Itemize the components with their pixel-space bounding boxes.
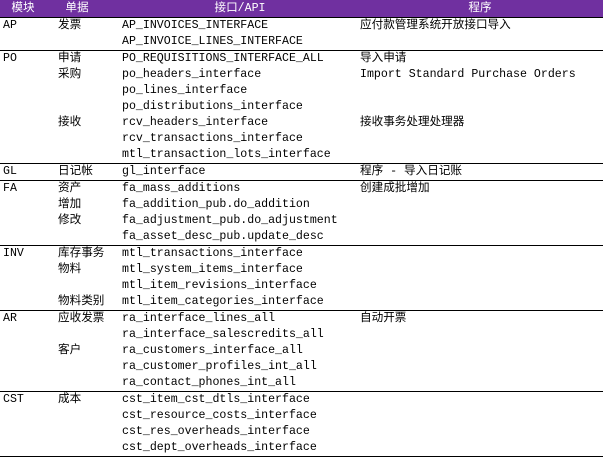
table-header: 模块 单据 接口/API 程序	[0, 0, 603, 18]
document-cell: 库存事务	[58, 247, 105, 260]
table-row: GL 日记帐 gl_interface 程序 - 导入日记账	[0, 164, 603, 180]
table-row: 接收 rcv_headers_interface 接收事务处理处理器	[0, 115, 603, 131]
table-row: 增加 fa_addition_pub.do_addition	[0, 197, 603, 213]
program-cell: Import Standard Purchase Orders	[360, 68, 576, 81]
program-cell: 接收事务处理处理器	[360, 116, 465, 129]
api-cell: AP_INVOICE_LINES_INTERFACE	[122, 35, 303, 48]
api-cell: ra_customers_interface_all	[122, 344, 303, 357]
api-cell: po_lines_interface	[122, 84, 248, 97]
api-cell: po_headers_interface	[122, 68, 262, 81]
document-cell: 客户	[58, 344, 82, 357]
api-cell: PO_REQUISITIONS_INTERFACE_ALL	[122, 52, 324, 65]
api-cell: mtl_item_categories_interface	[122, 295, 324, 308]
table-row: mtl_transaction_lots_interface	[0, 147, 603, 163]
header-module: 模块	[11, 2, 35, 15]
module-group: INV 库存事务 mtl_transactions_interface 物料 mtl_s…	[0, 246, 603, 311]
document-cell: 修改	[58, 214, 82, 227]
table-row: CST 成本 cst_item_cst_dtls_interface	[0, 392, 603, 408]
module-cell: GL	[3, 165, 17, 178]
header-api: 接口/API	[214, 2, 266, 15]
api-cell: ra_customer_profiles_int_all	[122, 360, 317, 373]
table-row: ra_interface_salescredits_all	[0, 327, 603, 343]
program-cell: 自动开票	[360, 312, 407, 325]
document-cell: 物料类别	[58, 295, 105, 308]
table-body: AP 发票 AP_INVOICES_INTERFACE 应付款管理系统开放接口导入 AP…	[0, 18, 603, 457]
api-cell: mtl_item_revisions_interface	[122, 279, 317, 292]
api-cell: rcv_headers_interface	[122, 116, 269, 129]
api-cell: ra_interface_salescredits_all	[122, 328, 324, 341]
document-cell: 应收发票	[58, 312, 105, 325]
table-row: po_lines_interface	[0, 83, 603, 99]
api-cell: fa_addition_pub.do_addition	[122, 198, 310, 211]
module-cell: INV	[3, 247, 24, 260]
table-row: 客户 ra_customers_interface_all	[0, 343, 603, 359]
document-cell: 采购	[58, 68, 82, 81]
table-row: cst_dept_overheads_interface	[0, 440, 603, 456]
api-cell: fa_adjustment_pub.do_adjustment	[122, 214, 338, 227]
document-cell: 日记帐	[58, 165, 93, 178]
document-cell: 物料	[58, 263, 82, 276]
api-cell: AP_INVOICES_INTERFACE	[122, 19, 269, 32]
document-cell: 接收	[58, 116, 82, 129]
module-cell: AP	[3, 19, 17, 32]
module-group: AP 发票 AP_INVOICES_INTERFACE 应付款管理系统开放接口导入 AP…	[0, 18, 603, 51]
api-cell: fa_asset_desc_pub.update_desc	[122, 230, 324, 243]
table-row: cst_resource_costs_interface	[0, 408, 603, 424]
table-row: mtl_item_revisions_interface	[0, 278, 603, 294]
document-cell: 增加	[58, 198, 82, 211]
program-cell: 导入申请	[360, 52, 407, 65]
header-program: 程序	[468, 2, 492, 15]
module-cell: CST	[3, 393, 24, 406]
api-cell: ra_contact_phones_int_all	[122, 376, 296, 389]
table-row: fa_asset_desc_pub.update_desc	[0, 229, 603, 245]
table-row: INV 库存事务 mtl_transactions_interface	[0, 246, 603, 262]
table-row: 物料类别 mtl_item_categories_interface	[0, 294, 603, 310]
module-cell: FA	[3, 182, 17, 195]
api-cell: mtl_transaction_lots_interface	[122, 148, 331, 161]
table-row: 采购 po_headers_interface Import Standard Pu…	[0, 67, 603, 83]
api-cell: cst_resource_costs_interface	[122, 409, 317, 422]
table-row: cst_res_overheads_interface	[0, 424, 603, 440]
table-row: AR 应收发票 ra_interface_lines_all 自动开票	[0, 311, 603, 327]
module-group: GL 日记帐 gl_interface 程序 - 导入日记账	[0, 164, 603, 181]
table-row: AP 发票 AP_INVOICES_INTERFACE 应付款管理系统开放接口导入	[0, 18, 603, 34]
api-cell: mtl_system_items_interface	[122, 263, 303, 276]
program-cell: 程序 - 导入日记账	[360, 165, 463, 178]
table-row: PO 申请 PO_REQUISITIONS_INTERFACE_ALL 导入申请	[0, 51, 603, 67]
header-document: 单据	[65, 2, 89, 15]
module-cell: PO	[3, 52, 17, 65]
api-cell: ra_interface_lines_all	[122, 312, 276, 325]
api-cell: cst_dept_overheads_interface	[122, 441, 317, 454]
table-row: 物料 mtl_system_items_interface	[0, 262, 603, 278]
api-cell: fa_mass_additions	[122, 182, 241, 195]
api-cell: gl_interface	[122, 165, 206, 178]
module-cell: AR	[3, 312, 17, 325]
api-cell: po_distributions_interface	[122, 100, 303, 113]
module-group: PO 申请 PO_REQUISITIONS_INTERFACE_ALL 导入申请采购 p…	[0, 51, 603, 164]
module-group: AR 应收发票 ra_interface_lines_all 自动开票 ra_inter…	[0, 311, 603, 392]
table-row: po_distributions_interface	[0, 99, 603, 115]
program-cell: 应付款管理系统开放接口导入	[360, 19, 511, 32]
api-cell: rcv_transactions_interface	[122, 132, 303, 145]
api-cell: cst_item_cst_dtls_interface	[122, 393, 310, 406]
table-row: FA 资产 fa_mass_additions 创建成批增加	[0, 181, 603, 197]
table-row: ra_customer_profiles_int_all	[0, 359, 603, 375]
table-row: AP_INVOICE_LINES_INTERFACE	[0, 34, 603, 50]
document-cell: 申请	[58, 52, 82, 65]
document-cell: 资产	[58, 182, 82, 195]
api-cell: cst_res_overheads_interface	[122, 425, 310, 438]
table-row: rcv_transactions_interface	[0, 131, 603, 147]
program-cell: 创建成批增加	[360, 182, 430, 195]
module-group: FA 资产 fa_mass_additions 创建成批增加增加 fa_addition…	[0, 181, 603, 246]
document-cell: 发票	[58, 19, 82, 32]
table-row: 修改 fa_adjustment_pub.do_adjustment	[0, 213, 603, 229]
table-row: ra_contact_phones_int_all	[0, 375, 603, 391]
module-group: CST 成本 cst_item_cst_dtls_interface cst_reso…	[0, 392, 603, 457]
document-cell: 成本	[58, 393, 82, 406]
api-cell: mtl_transactions_interface	[122, 247, 303, 260]
